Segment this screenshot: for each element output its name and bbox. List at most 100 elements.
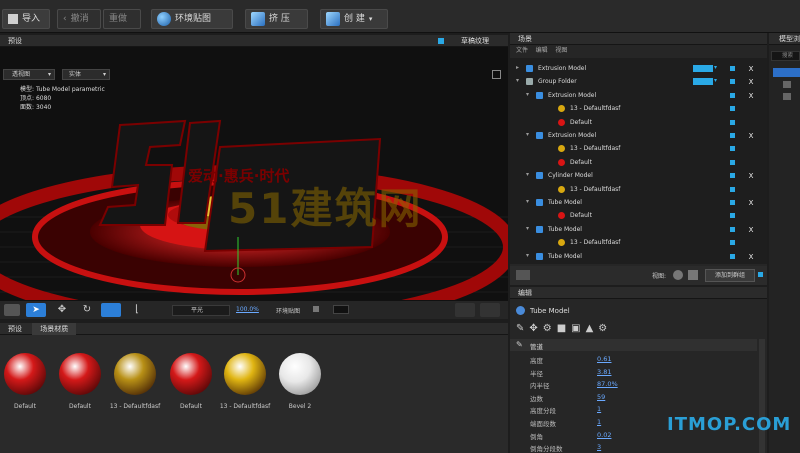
draft-texture-checkbox[interactable] [438,38,444,44]
expand-arrow-icon[interactable]: ▾ [516,77,519,84]
visibility-checkbox[interactable] [730,133,735,138]
color-swatch[interactable] [693,78,713,86]
scene-menu-view[interactable]: 视图 [555,47,567,54]
visibility-checkbox[interactable] [730,66,735,71]
visibility-checkbox[interactable] [730,173,735,179]
delete-icon[interactable]: X [747,65,755,73]
view-select[interactable]: 透视图 ▾ [3,69,55,80]
sphere-view-icon[interactable] [673,270,683,280]
delete-icon[interactable]: X [747,226,755,234]
delete-icon[interactable]: X [747,172,755,180]
browser-item-selected[interactable] [773,68,800,77]
rotate-tool-icon[interactable]: ↻ [77,303,97,317]
delete-icon[interactable]: X [747,253,755,261]
delete-icon[interactable]: X [747,78,755,86]
render-icon[interactable] [480,303,500,317]
redo-button[interactable]: 重做 [103,9,141,29]
scene-tree-item[interactable]: 13 - Defaultfdasf [510,237,767,249]
visibility-checkbox[interactable] [730,119,735,125]
scene-tree-item[interactable]: ▾ Extrusion Model X [510,130,767,142]
material-sphere[interactable] [279,353,321,395]
visibility-checkbox[interactable] [730,186,735,192]
pivot-tool-icon[interactable]: ⌊ [127,303,147,317]
viewport-tab[interactable]: 预设 [8,37,22,45]
scale-tool-icon[interactable] [101,303,121,317]
visibility-checkbox[interactable] [730,146,735,152]
expand-arrow-icon[interactable]: ▾ [526,225,529,232]
property-value[interactable]: 0.61 [597,355,611,363]
visibility-checkbox[interactable] [730,253,735,259]
expand-arrow-icon[interactable]: ▾ [526,198,529,205]
select-tool-icon[interactable]: ➤ [26,303,46,317]
property-value[interactable]: 0.02 [597,431,611,439]
zoom-value[interactable]: 100.0% [236,306,259,313]
tab-presets[interactable]: 预设 [0,323,30,335]
visibility-checkbox[interactable] [730,240,735,246]
property-value[interactable]: 1 [597,405,601,413]
scene-menu-file[interactable]: 文件 [516,47,528,54]
extrude-button[interactable]: 挤 压 [245,9,308,29]
visibility-checkbox[interactable] [730,106,735,112]
expand-arrow-icon[interactable]: ▾ [526,131,529,138]
material-sphere[interactable] [170,353,212,395]
visibility-checkbox[interactable] [730,79,735,85]
scene-tree-item[interactable]: 13 - Defaultfdasf [510,143,767,155]
expand-arrow-icon[interactable]: ▾ [526,252,529,259]
property-value[interactable]: 87.0% [597,380,618,388]
property-value[interactable]: 3 [597,443,601,451]
3d-viewport[interactable]: 爱动·惠兵·时代 51建筑网 透视图 ▾ 实体 ▾ 模型: Tube Model p… [0,47,508,300]
scene-tree-item[interactable]: ▾ Group Folder ▾ X [510,76,767,88]
scene-tree-item[interactable]: 13 - Defaultfdasf [510,184,767,196]
maximize-icon[interactable] [492,70,501,79]
undo-button[interactable]: ‹ 撤消 [57,9,101,29]
visibility-checkbox[interactable] [730,226,735,232]
env-map-checkbox[interactable] [313,306,319,312]
visibility-checkbox[interactable] [730,200,735,205]
visibility-checkbox[interactable] [730,92,735,98]
visibility-checkbox[interactable] [730,159,735,165]
scene-tree-item[interactable]: ▾ Cylinder Model X [510,170,767,182]
color-swatch[interactable] [693,65,713,72]
scene-tree-item[interactable]: ▸ Extrusion Model ▾ X [510,63,767,75]
delete-icon[interactable]: X [747,92,755,100]
delete-icon[interactable]: X [747,132,755,140]
expand-arrow-icon[interactable]: ▾ [526,171,529,178]
material-sphere[interactable] [224,353,266,395]
property-value[interactable]: 3.81 [597,368,611,376]
folder-icon[interactable] [516,270,530,280]
env-map-button[interactable]: 环境贴图 [151,9,233,29]
shading-select[interactable]: 实体 ▾ [62,69,110,80]
grid-view-icon[interactable] [688,270,698,280]
edit-tool-icons[interactable]: ✎✥⚙■▣▲⚙ [516,323,612,334]
scene-tree-item[interactable]: Default [510,117,767,129]
scene-tree-item[interactable]: Default [510,210,767,222]
tab-scene-materials[interactable]: 场景材质 [32,323,77,335]
property-value[interactable]: 1 [597,418,601,426]
import-button[interactable]: 导入 [2,9,50,29]
expand-arrow-icon[interactable]: ▾ [526,91,529,98]
expand-arrow-icon[interactable]: ▸ [516,64,519,71]
property-value[interactable]: 59 [597,393,605,401]
target-icon[interactable] [455,303,475,317]
scene-tree-item[interactable]: Default [510,157,767,169]
create-button[interactable]: 创 建 ▾ [320,9,388,29]
scene-tree-item[interactable]: ▾ Tube Model X [510,224,767,236]
material-sphere[interactable] [59,353,101,395]
model-search-input[interactable]: 搜索 [771,51,800,61]
folder-icon[interactable] [783,93,791,100]
material-sphere[interactable] [4,353,46,395]
move-tool-icon[interactable]: ✥ [52,303,72,317]
add-to-group-button[interactable]: 添加到群组 [705,269,755,282]
folder-icon[interactable] [783,81,791,88]
edit-scrollbar[interactable] [759,339,765,453]
camera-icon[interactable] [4,304,20,316]
lighting-select[interactable]: 平光 [172,305,230,316]
group-checkbox[interactable] [758,272,763,277]
scene-tree-item[interactable]: ▾ Extrusion Model X [510,90,767,102]
chevron-down-icon[interactable]: ▾ [714,77,717,84]
chevron-down-icon[interactable]: ▾ [714,64,717,71]
visibility-checkbox[interactable] [730,213,735,219]
scene-tree-item[interactable]: 13 - Defaultfdasf [510,103,767,115]
scene-tree-item[interactable]: ▾ Tube Model X [510,197,767,209]
pipe-section-header[interactable]: ✎ 管道 [510,339,757,351]
